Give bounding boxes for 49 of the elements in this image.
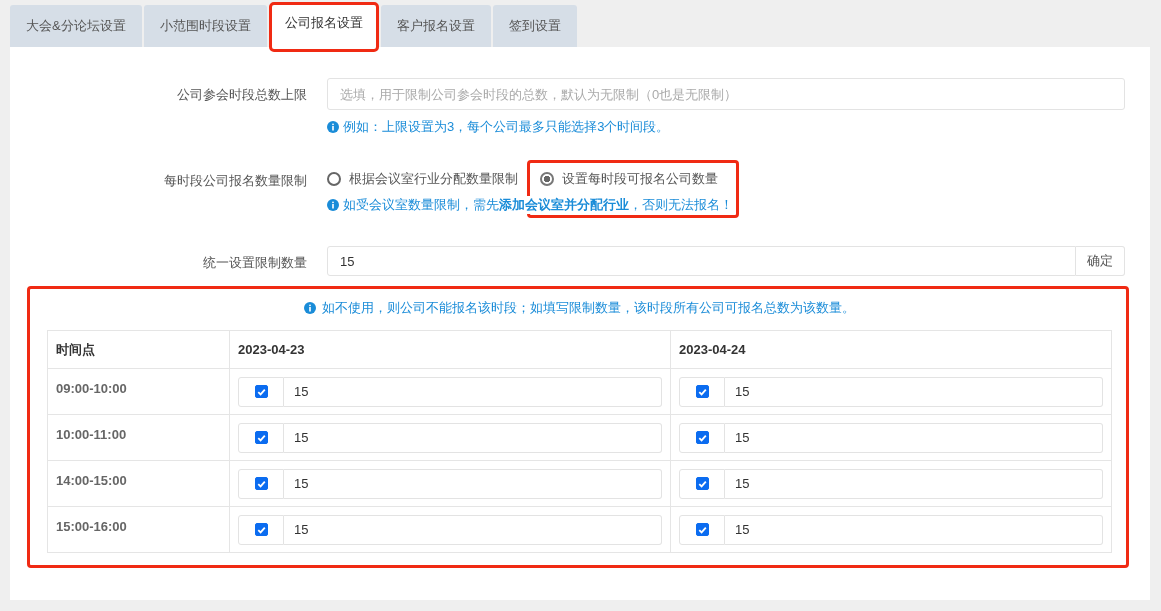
limit-field[interactable]: 15	[284, 422, 662, 453]
checkbox[interactable]	[254, 523, 268, 536]
column-header: 2023-04-24	[670, 330, 1112, 369]
field-label: 每时段公司报名数量限制	[163, 172, 307, 190]
checkbox[interactable]	[254, 385, 268, 398]
checkbox-addon[interactable]	[679, 468, 725, 499]
hint-text: 例如：上限设置为3，每个公司最多只能选择3个时间段。	[343, 118, 670, 136]
radio-button[interactable]	[540, 172, 554, 186]
limit-field[interactable]: 15	[327, 246, 1076, 276]
total-limit-field[interactable]: 选填，用于限制公司参会时段的总数，默认为无限制（0也是无限制）	[327, 78, 1125, 110]
checkbox-addon[interactable]	[238, 422, 284, 453]
info-icon	[327, 199, 339, 211]
column-header: 时间点	[47, 330, 230, 369]
radio-button[interactable]	[327, 172, 341, 186]
checkbox-addon[interactable]	[238, 514, 284, 545]
checkbox[interactable]	[695, 523, 709, 536]
checkbox[interactable]	[254, 431, 268, 444]
limit-field[interactable]: 15	[284, 468, 662, 499]
note-text: 如不使用，则公司不能报名该时段；如填写限制数量，该时段所有公司可报名总数为该数量。	[322, 299, 855, 317]
checkbox[interactable]	[254, 477, 268, 490]
field-label: 统一设置限制数量	[202, 254, 307, 272]
info-icon	[327, 121, 339, 133]
limit-field[interactable]: 15	[284, 514, 662, 545]
column-header: 2023-04-23	[229, 330, 671, 369]
limit-field[interactable]: 15	[725, 514, 1103, 545]
info-icon	[304, 302, 316, 314]
tab[interactable]: 签到设置	[492, 5, 577, 47]
tab[interactable]: 大会&分论坛设置	[10, 5, 142, 47]
tab[interactable]: 小范围时段设置	[143, 5, 267, 47]
limit-field[interactable]: 15	[725, 376, 1103, 407]
checkbox[interactable]	[695, 431, 709, 444]
time-cell: 09:00-10:00	[47, 368, 230, 415]
time-cell: 10:00-11:00	[47, 414, 230, 461]
confirm-button[interactable]: 确定	[1076, 246, 1125, 276]
time-cell: 14:00-15:00	[47, 460, 230, 507]
tab[interactable]: 客户报名设置	[380, 5, 491, 47]
limit-field[interactable]: 15	[725, 422, 1103, 453]
checkbox-addon[interactable]	[679, 376, 725, 407]
checkbox-addon[interactable]	[238, 468, 284, 499]
limit-field[interactable]: 15	[284, 376, 662, 407]
checkbox-addon[interactable]	[238, 376, 284, 407]
field-label: 公司参会时段总数上限	[176, 86, 307, 104]
checkbox[interactable]	[695, 477, 709, 490]
limit-field[interactable]: 15	[725, 468, 1103, 499]
checkbox-addon[interactable]	[679, 422, 725, 453]
checkbox-addon[interactable]	[679, 514, 725, 545]
checkbox[interactable]	[695, 385, 709, 398]
time-cell: 15:00-16:00	[47, 506, 230, 553]
tab[interactable]: 公司报名设置	[268, 2, 379, 52]
